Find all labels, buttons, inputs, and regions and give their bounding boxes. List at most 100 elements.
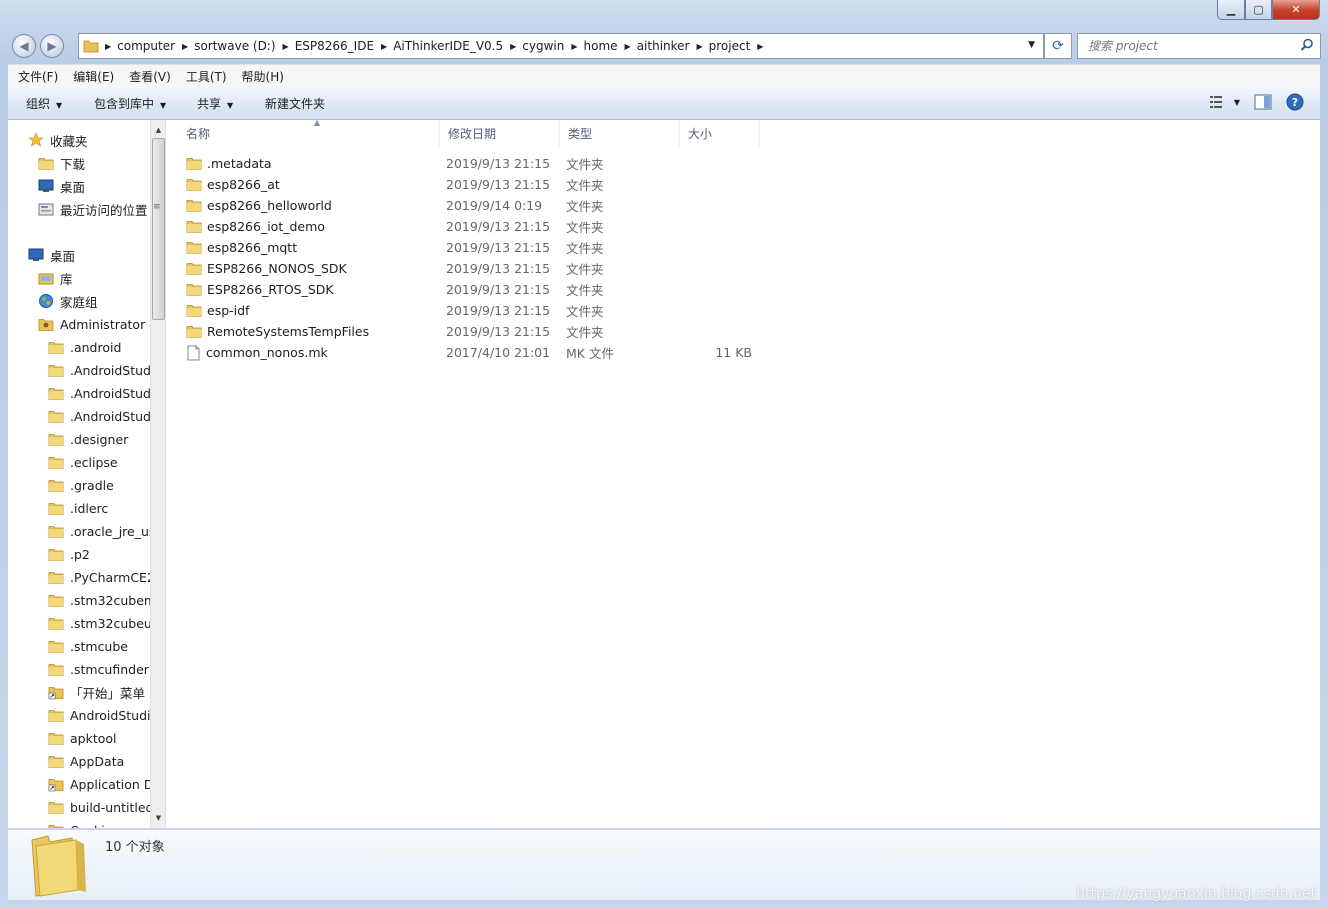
nav-folder-item[interactable]: .idlerc (48, 498, 108, 518)
nav-folder-item[interactable]: .oracle_jre_usa (48, 521, 163, 541)
nav-folder-item[interactable]: .AndroidStudi (48, 360, 154, 380)
search-icon[interactable] (1300, 38, 1314, 52)
folder-icon (186, 179, 202, 191)
breadcrumb-item[interactable]: computer (113, 39, 180, 53)
nav-folder-item[interactable]: 「开始」菜单 (48, 682, 145, 702)
column-name[interactable]: 名称 ▲ (178, 118, 440, 146)
file-row[interactable]: ESP8266_NONOS_SDK 2019/9/13 21:15 文件夹 (166, 258, 766, 279)
nav-folder-item[interactable]: .stm32cubem (48, 590, 156, 610)
nav-folder-item[interactable]: AppData (48, 751, 124, 771)
forward-button[interactable]: ▶ (40, 34, 64, 58)
nav-folder-item[interactable]: .gradle (48, 475, 114, 495)
nav-desktop-child[interactable]: 家庭组 (38, 291, 98, 311)
nav-scrollbar[interactable]: ▲ ≡ ▼ (150, 120, 165, 828)
file-name[interactable]: esp8266_helloworld (186, 195, 332, 216)
nav-favorites[interactable]: 收藏夹 (28, 130, 88, 150)
help-icon[interactable]: ? (1286, 93, 1304, 111)
scroll-down-icon[interactable]: ▼ (151, 810, 165, 826)
file-name[interactable]: esp-idf (186, 300, 249, 321)
breadcrumb-separator-icon[interactable]: ▶ (379, 42, 389, 51)
caption-buttons: ▁ ▢ ✕ (1217, 0, 1320, 20)
breadcrumb-item[interactable]: home (580, 39, 623, 53)
preview-pane-icon[interactable] (1254, 94, 1272, 110)
nav-folder-item[interactable]: .AndroidStudi (48, 383, 154, 403)
file-name[interactable]: ESP8266_RTOS_SDK (186, 279, 334, 300)
nav-folder-item[interactable]: .designer (48, 429, 128, 449)
file-name[interactable]: RemoteSystemsTempFiles (186, 321, 369, 342)
address-dropdown-icon[interactable]: ▼ (1028, 40, 1035, 50)
nav-desktop-child[interactable]: 库 (38, 268, 73, 288)
file-row[interactable]: esp8266_helloworld 2019/9/14 0:19 文件夹 (166, 195, 766, 216)
file-name[interactable]: ESP8266_NONOS_SDK (186, 258, 347, 279)
column-type[interactable]: 类型 (560, 120, 680, 146)
organize-button[interactable]: 组织 ▼ (26, 95, 62, 112)
nav-folder-item[interactable]: .AndroidStudi (48, 406, 154, 426)
breadcrumb-separator-icon[interactable]: ▶ (569, 42, 579, 51)
breadcrumb-item[interactable]: sortwave (D:) (190, 39, 280, 53)
file-name[interactable]: common_nonos.mk (186, 342, 328, 363)
share-button[interactable]: 共享 ▼ (197, 95, 233, 112)
breadcrumb-separator-icon[interactable]: ▶ (180, 42, 190, 51)
file-row[interactable]: esp8266_at 2019/9/13 21:15 文件夹 (166, 174, 766, 195)
breadcrumb-separator-icon[interactable]: ▶ (103, 42, 113, 51)
include-library-button[interactable]: 包含到库中 ▼ (94, 95, 166, 112)
breadcrumb-item[interactable]: aithinker (633, 39, 695, 53)
column-size[interactable]: 大小 (680, 120, 760, 146)
file-name[interactable]: esp8266_iot_demo (186, 216, 325, 237)
nav-folder-item[interactable]: apktool (48, 728, 117, 748)
breadcrumb-item[interactable]: AiThinkerIDE_V0.5 (389, 39, 508, 53)
scroll-up-icon[interactable]: ▲ (151, 122, 165, 138)
file-name[interactable]: esp8266_mqtt (186, 237, 297, 258)
nav-folder-item[interactable]: .eclipse (48, 452, 118, 472)
refresh-button[interactable]: ⟳ (1044, 33, 1072, 59)
file-row[interactable]: esp8266_iot_demo 2019/9/13 21:15 文件夹 (166, 216, 766, 237)
svg-text:?: ? (1292, 96, 1298, 109)
search-input[interactable] (1086, 34, 1290, 58)
file-row[interactable]: ESP8266_RTOS_SDK 2019/9/13 21:15 文件夹 (166, 279, 766, 300)
file-row[interactable]: esp8266_mqtt 2019/9/13 21:15 文件夹 (166, 237, 766, 258)
address-bar[interactable]: ▶ computer ▶ sortwave (D:) ▶ ESP8266_IDE ▶ AiTh… (78, 33, 1044, 59)
breadcrumb-separator-icon[interactable]: ▶ (755, 42, 765, 51)
nav-desktop-child[interactable]: Administrator (38, 314, 145, 334)
breadcrumb-item[interactable]: ESP8266_IDE (291, 39, 379, 53)
nav-folder-item[interactable]: .PyCharmCE20 (48, 567, 163, 587)
file-row[interactable]: RemoteSystemsTempFiles 2019/9/13 21:15 文件夹 (166, 321, 766, 342)
nav-folder-item[interactable]: build-untitled- (48, 797, 158, 817)
back-button[interactable]: ◀ (12, 34, 36, 58)
minimize-button[interactable]: ▁ (1217, 0, 1245, 20)
scroll-thumb[interactable] (152, 138, 165, 320)
nav-folder-item[interactable]: AndroidStudio (48, 705, 158, 725)
maximize-button[interactable]: ▢ (1245, 0, 1272, 20)
nav-desktop[interactable]: 桌面 (28, 245, 75, 265)
file-row[interactable]: common_nonos.mk 2017/4/10 21:01 MK 文件 11 KB (166, 342, 766, 363)
breadcrumb-separator-icon[interactable]: ▶ (694, 42, 704, 51)
breadcrumb-separator-icon[interactable]: ▶ (281, 42, 291, 51)
nav-folder-item[interactable]: .stm32cubeup (48, 613, 160, 633)
menu-file[interactable]: 文件(F) (8, 68, 63, 85)
breadcrumb-item[interactable]: cygwin (518, 39, 569, 53)
nav-favorite-item[interactable]: 桌面 (38, 176, 85, 196)
new-folder-button[interactable]: 新建文件夹 (265, 95, 325, 112)
file-row[interactable]: .metadata 2019/9/13 21:15 文件夹 (166, 153, 766, 174)
menu-view[interactable]: 查看(V) (119, 68, 176, 85)
nav-folder-item[interactable]: .stmcufinder (48, 659, 149, 679)
close-button[interactable]: ✕ (1272, 0, 1320, 20)
breadcrumb-item[interactable]: project (705, 39, 756, 53)
nav-favorite-item[interactable]: 下载 (38, 153, 85, 173)
menu-help[interactable]: 帮助(H) (232, 68, 289, 85)
nav-folder-item[interactable]: Cookies (48, 820, 119, 828)
file-row[interactable]: esp-idf 2019/9/13 21:15 文件夹 (166, 300, 766, 321)
nav-folder-item[interactable]: .android (48, 337, 121, 357)
change-view-button[interactable]: ▼ (1209, 96, 1240, 108)
nav-folder-item[interactable]: .stmcube (48, 636, 128, 656)
file-name[interactable]: .metadata (186, 153, 272, 174)
file-name[interactable]: esp8266_at (186, 174, 280, 195)
breadcrumb-separator-icon[interactable]: ▶ (623, 42, 633, 51)
menu-edit[interactable]: 编辑(E) (63, 68, 119, 85)
menu-tools[interactable]: 工具(T) (176, 68, 232, 85)
nav-folder-item[interactable]: .p2 (48, 544, 90, 564)
breadcrumb-separator-icon[interactable]: ▶ (508, 42, 518, 51)
column-date[interactable]: 修改日期 (440, 120, 560, 146)
nav-favorite-item[interactable]: 最近访问的位置 (38, 199, 148, 219)
nav-folder-item[interactable]: Application D (48, 774, 153, 794)
